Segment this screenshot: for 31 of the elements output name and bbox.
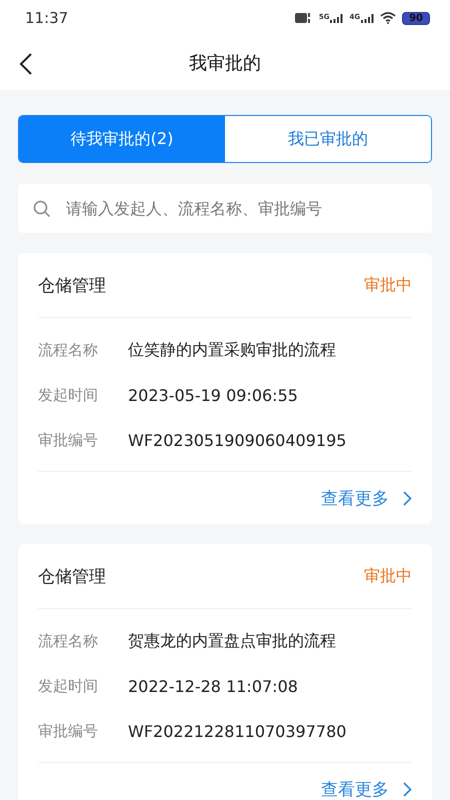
wifi-icon bbox=[380, 12, 396, 24]
field-label: 流程名称 bbox=[38, 632, 99, 651]
status-label: 审批中 bbox=[364, 566, 412, 586]
field-value: 贺惠龙的内置盘点审批的流程 bbox=[128, 631, 336, 652]
more-link[interactable]: 查看更多 bbox=[321, 486, 412, 510]
status-label: 审批中 bbox=[364, 274, 412, 296]
field-label: 发起时间 bbox=[38, 677, 99, 696]
signal-icon bbox=[330, 13, 344, 23]
tab[interactable]: 我已审批的 bbox=[225, 116, 431, 162]
search-field[interactable]: 请输入发起人、流程名称、审批编号 bbox=[18, 184, 432, 233]
back-icon[interactable] bbox=[18, 53, 34, 75]
field-value: 2022-12-28 11:07:08 bbox=[128, 677, 298, 696]
page-title: 我审批的 bbox=[189, 52, 261, 75]
field-value: 位笑静的内置采购审批的流程 bbox=[128, 340, 336, 361]
field-label: 发起时间 bbox=[38, 386, 99, 405]
field-label: 审批编号 bbox=[38, 722, 99, 741]
field-value: WF2023051909060409195 bbox=[128, 431, 346, 450]
card-title: 仓储管理 bbox=[38, 566, 106, 588]
field-value: WF2022122811070397780 bbox=[128, 722, 346, 741]
field-label: 流程名称 bbox=[38, 341, 99, 360]
more-link[interactable]: 查看更多 bbox=[321, 778, 412, 800]
field-label: 审批编号 bbox=[38, 431, 99, 450]
tab[interactable]: 待我审批的(2) bbox=[19, 116, 225, 162]
card-title: 仓储管理 bbox=[38, 274, 106, 296]
hd-icon bbox=[294, 12, 313, 24]
signal-icon bbox=[361, 13, 374, 23]
field-value: 2023-05-19 09:06:55 bbox=[128, 386, 298, 405]
chevron-icon bbox=[403, 782, 412, 796]
status-time: 11:37 bbox=[25, 9, 70, 27]
chevron-icon bbox=[403, 490, 412, 506]
battery-level: 90 bbox=[402, 12, 430, 24]
